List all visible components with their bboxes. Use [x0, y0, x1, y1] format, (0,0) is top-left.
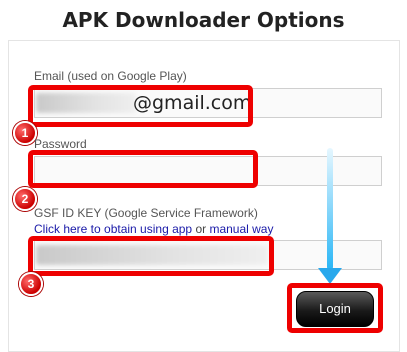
password-label: Password — [34, 137, 87, 151]
email-label: Email (used on Google Play) — [34, 69, 187, 83]
highlight-gsf — [28, 236, 274, 276]
arrow-head-icon — [318, 268, 342, 284]
highlight-password — [28, 150, 258, 188]
down-arrow-icon — [327, 148, 333, 270]
step-badge-3: 3 — [19, 272, 43, 296]
highlight-email — [28, 85, 253, 127]
obtain-using-app-link[interactable]: Click here to obtain using app — [34, 222, 192, 236]
gsf-label: GSF ID KEY (Google Service Framework) — [34, 206, 258, 220]
page-title: APK Downloader Options — [62, 8, 345, 32]
manual-way-link[interactable]: manual way — [209, 222, 273, 236]
or-text: or — [192, 222, 210, 236]
gsf-help: Click here to obtain using app or manual… — [34, 222, 273, 236]
login-button[interactable]: Login — [296, 291, 374, 327]
